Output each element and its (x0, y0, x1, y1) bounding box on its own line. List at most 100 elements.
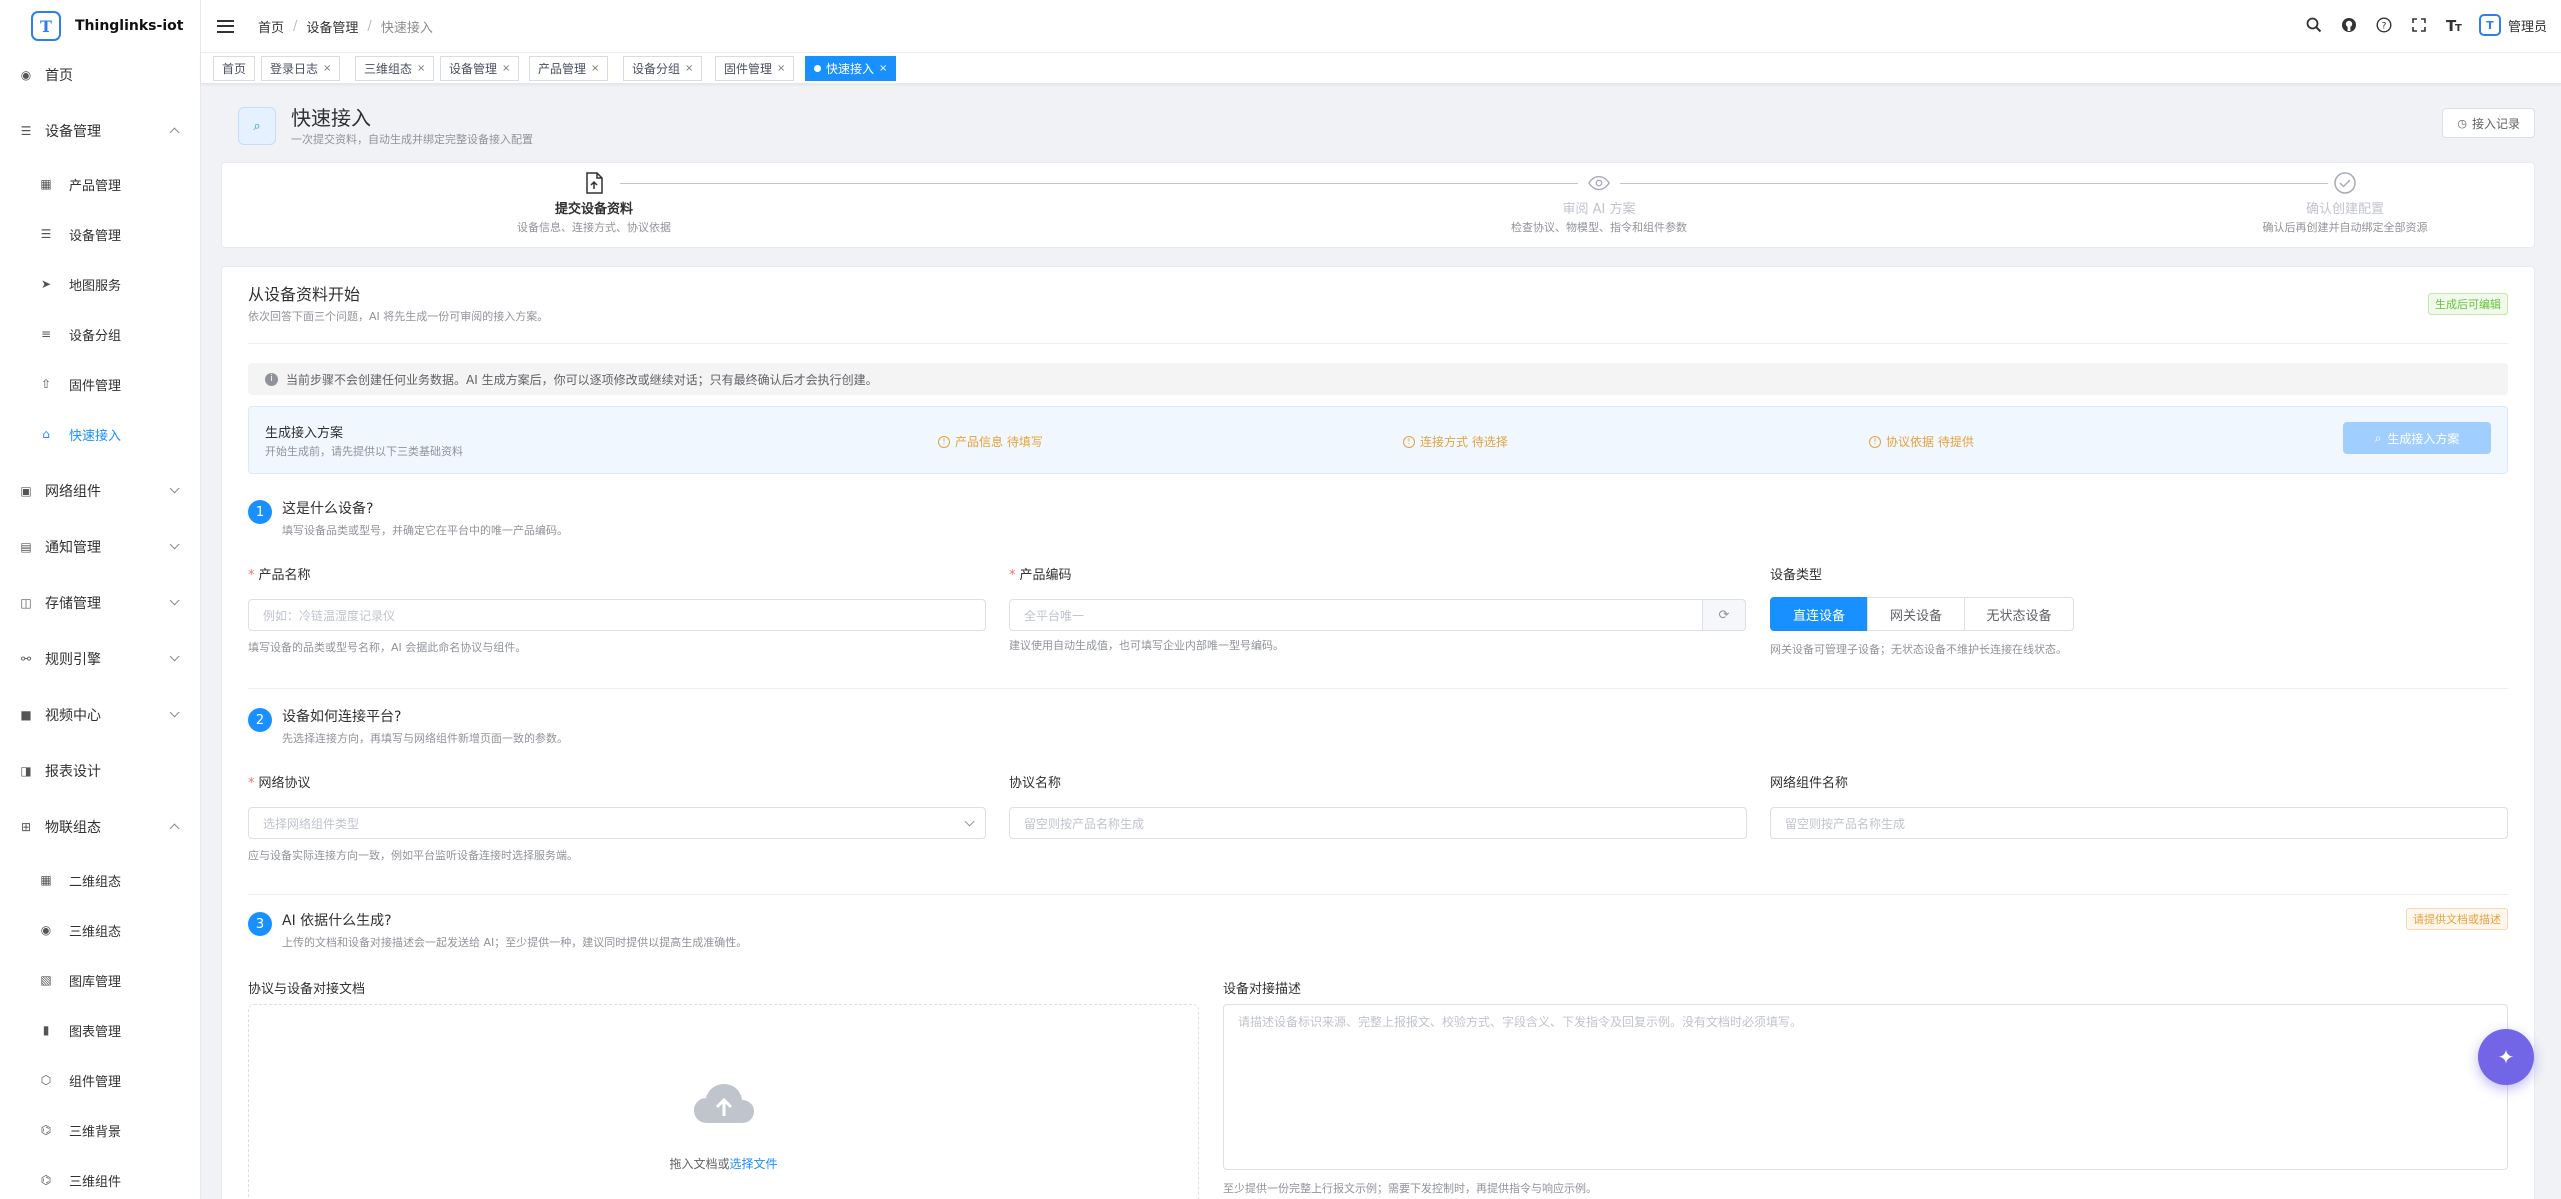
device-type-direct[interactable]: 直连设备 (1770, 597, 1868, 631)
breadcrumb-home[interactable]: 首页 (258, 17, 284, 36)
records-button[interactable]: ◷ 接入记录 (2442, 108, 2535, 138)
tab-home[interactable]: 首页 (213, 56, 256, 81)
device-type-stateless[interactable]: 无状态设备 (1964, 597, 2074, 631)
sidebar-item-quick-access[interactable]: ⌂ 快速接入 (0, 414, 200, 454)
tab-3d-config[interactable]: 三维组态 × (355, 56, 435, 81)
tab-quick-access[interactable]: 快速接入 × (805, 56, 897, 81)
generate-panel: 生成接入方案 开始生成前，请先提供以下三类基础资料 ! 产品信息 待填写 ! 连接方… (248, 406, 2508, 474)
sidebar-item-report[interactable]: ◨ 报表设计 (0, 751, 200, 791)
sidebar-item-device-management[interactable]: ☰ 设备管理 (0, 111, 200, 151)
sidebar-item-storage[interactable]: ◫ 存储管理 (0, 583, 200, 623)
sidebar-item-label: 物联组态 (45, 820, 101, 836)
placeholder: 请描述设备标识来源、完整上报报文、校验方式、字段含义、下发指令及回复示例。没有文… (1238, 1015, 1803, 1029)
tab-device-management[interactable]: 设备管理 × (440, 56, 520, 81)
tab-firmware[interactable]: 固件管理 × (715, 56, 795, 81)
sidebar-item-notify[interactable]: ▤ 通知管理 (0, 527, 200, 567)
sidebar-item-3d-config[interactable]: ◉ 三维组态 (0, 910, 200, 950)
page-subtitle: 一次提交资料，自动生成并绑定完整设备接入配置 (291, 133, 533, 146)
sidebar-item-components[interactable]: ⬡ 组件管理 (0, 1060, 200, 1100)
divider (248, 688, 2508, 689)
network-icon: ▣ (20, 484, 32, 498)
help-icon[interactable]: ? (2374, 15, 2394, 35)
fullscreen-icon[interactable] (2409, 15, 2429, 35)
close-icon[interactable]: × (879, 63, 887, 74)
tab-label: 登录日志 (270, 62, 319, 76)
sidebar-item-home[interactable]: ◉ 首页 (0, 55, 200, 95)
product-code-input[interactable]: 全平台唯一 (1009, 599, 1703, 631)
font-size-icon[interactable]: TT (2444, 15, 2464, 35)
sidebar-item-products[interactable]: ▦ 产品管理 (0, 164, 200, 204)
sidebar-item-network[interactable]: ▣ 网络组件 (0, 471, 200, 511)
close-icon[interactable]: × (591, 63, 599, 74)
step-2: 审阅 AI 方案 检查协议、物模型、指令和组件参数 (1459, 172, 1739, 235)
rule-icon: ⚯ (20, 652, 32, 666)
doc-upload-dropzone[interactable]: 拖入文档或选择文件 (248, 1004, 1199, 1199)
sidebar-item-3d-background[interactable]: ⌬ 三维背景 (0, 1110, 200, 1150)
sidebar-item-devices[interactable]: ☰ 设备管理 (0, 214, 200, 254)
warning-icon: ! (1403, 435, 1415, 448)
logo[interactable]: T Thinglinks-iot (0, 0, 200, 52)
chevron-up-icon (169, 127, 180, 138)
bar-chart-icon: ▮ (42, 1023, 50, 1037)
sidebar-item-map[interactable]: ➤ 地图服务 (0, 264, 200, 304)
close-icon[interactable]: × (417, 63, 425, 74)
device-type-gateway[interactable]: 网关设备 (1867, 597, 1965, 631)
breadcrumb-separator: / (293, 18, 298, 34)
close-icon[interactable]: × (323, 63, 331, 74)
select-file-link[interactable]: 选择文件 (730, 1157, 778, 1171)
sidebar-item-label: 图表管理 (69, 1024, 122, 1040)
search-icon[interactable] (2304, 15, 2324, 35)
sidebar-item-3d-components[interactable]: ⌬ 三维组件 (0, 1160, 200, 1199)
tab-label: 设备分组 (632, 62, 681, 76)
step-desc: 检查协议、物模型、指令和组件参数 (1511, 221, 1687, 234)
check-circle-icon (2334, 172, 2356, 194)
product-name-input[interactable]: 例如：冷链温湿度记录仪 (248, 599, 986, 631)
tab-device-group[interactable]: 设备分组 × (623, 56, 703, 81)
breadcrumb-device-management[interactable]: 设备管理 (306, 17, 358, 36)
sidebar-item-label: 视频中心 (45, 708, 101, 724)
image-icon: ▧ (40, 973, 52, 987)
refresh-code-button[interactable]: ⟳ (1702, 599, 1746, 631)
message-icon: ▤ (20, 540, 32, 554)
status-text: 协议依据 待提供 (1886, 435, 1974, 449)
chevron-down-icon (169, 483, 180, 494)
sidebar-item-label: 地图服务 (69, 278, 122, 294)
sidebar-item-rules[interactable]: ⚯ 规则引擎 (0, 639, 200, 679)
breadcrumb-current: 快速接入 (380, 20, 433, 36)
sidebar-item-video[interactable]: ■ 视频中心 (0, 695, 200, 735)
sidebar-item-gallery[interactable]: ▧ 图库管理 (0, 960, 200, 1000)
avatar[interactable]: T (2478, 14, 2501, 36)
sidebar-item-charts[interactable]: ▮ 图表管理 (0, 1010, 200, 1050)
grid-icon: ▦ (40, 873, 52, 887)
close-icon[interactable]: × (502, 63, 510, 74)
protocol-name-input[interactable]: 留空则按产品名称生成 (1009, 807, 1747, 839)
device-desc-textarea[interactable]: 请描述设备标识来源、完整上报报文、校验方式、字段含义、下发指令及回复示例。没有文… (1223, 1004, 2508, 1170)
sidebar-item-groups[interactable]: ≡ 设备分组 (0, 314, 200, 354)
sidebar-item-label: 二维组态 (69, 874, 122, 890)
component-name-input[interactable]: 留空则按产品名称生成 (1770, 807, 2508, 839)
username[interactable]: 管理员 (2508, 16, 2547, 35)
tab-login-log[interactable]: 登录日志 × (261, 56, 341, 81)
question-1-desc: 填写设备品类或型号，并确定它在平台中的唯一产品编码。 (282, 524, 568, 537)
generate-button[interactable]: ⌕ 生成接入方案 (2343, 422, 2491, 454)
sidebar-item-2d-config[interactable]: ▦ 二维组态 (0, 860, 200, 900)
tab-label: 首页 (222, 62, 247, 76)
main-area: 首页 / 设备管理 / 快速接入 ? T T T 管理员 首页 登录日志 × 三… (201, 0, 2561, 1199)
sidebar-item-label: 固件管理 (69, 378, 122, 394)
notice-alert: i 当前步骤不会创建任何业务数据。AI 生成方案后，你可以逐项修改或继续对话；只… (248, 363, 2508, 395)
question-3-desc: 上传的文档和设备对接描述会一起发送给 AI；至少提供一种，建议同时提供以提高生成… (282, 936, 748, 949)
hamburger-icon[interactable] (217, 19, 234, 33)
close-icon[interactable]: × (685, 63, 693, 74)
github-icon[interactable] (2339, 15, 2359, 35)
network-protocol-select[interactable]: 选择网络组件类型 (248, 807, 986, 839)
close-icon[interactable]: × (777, 63, 785, 74)
cloud-upload-icon (693, 1084, 754, 1123)
sidebar-item-iot-config[interactable]: ⊞ 物联组态 (0, 807, 200, 847)
sidebar-item-label: 产品管理 (69, 178, 122, 194)
device-desc-label: 设备对接描述 (1223, 982, 1302, 997)
ai-assistant-button[interactable]: ✦ (2478, 1029, 2534, 1085)
sidebar-item-firmware[interactable]: ⇧ 固件管理 (0, 364, 200, 404)
breadcrumb-separator: / (367, 18, 372, 34)
tab-product-management[interactable]: 产品管理 × (529, 56, 609, 81)
sidebar-item-label: 三维背景 (69, 1124, 122, 1140)
